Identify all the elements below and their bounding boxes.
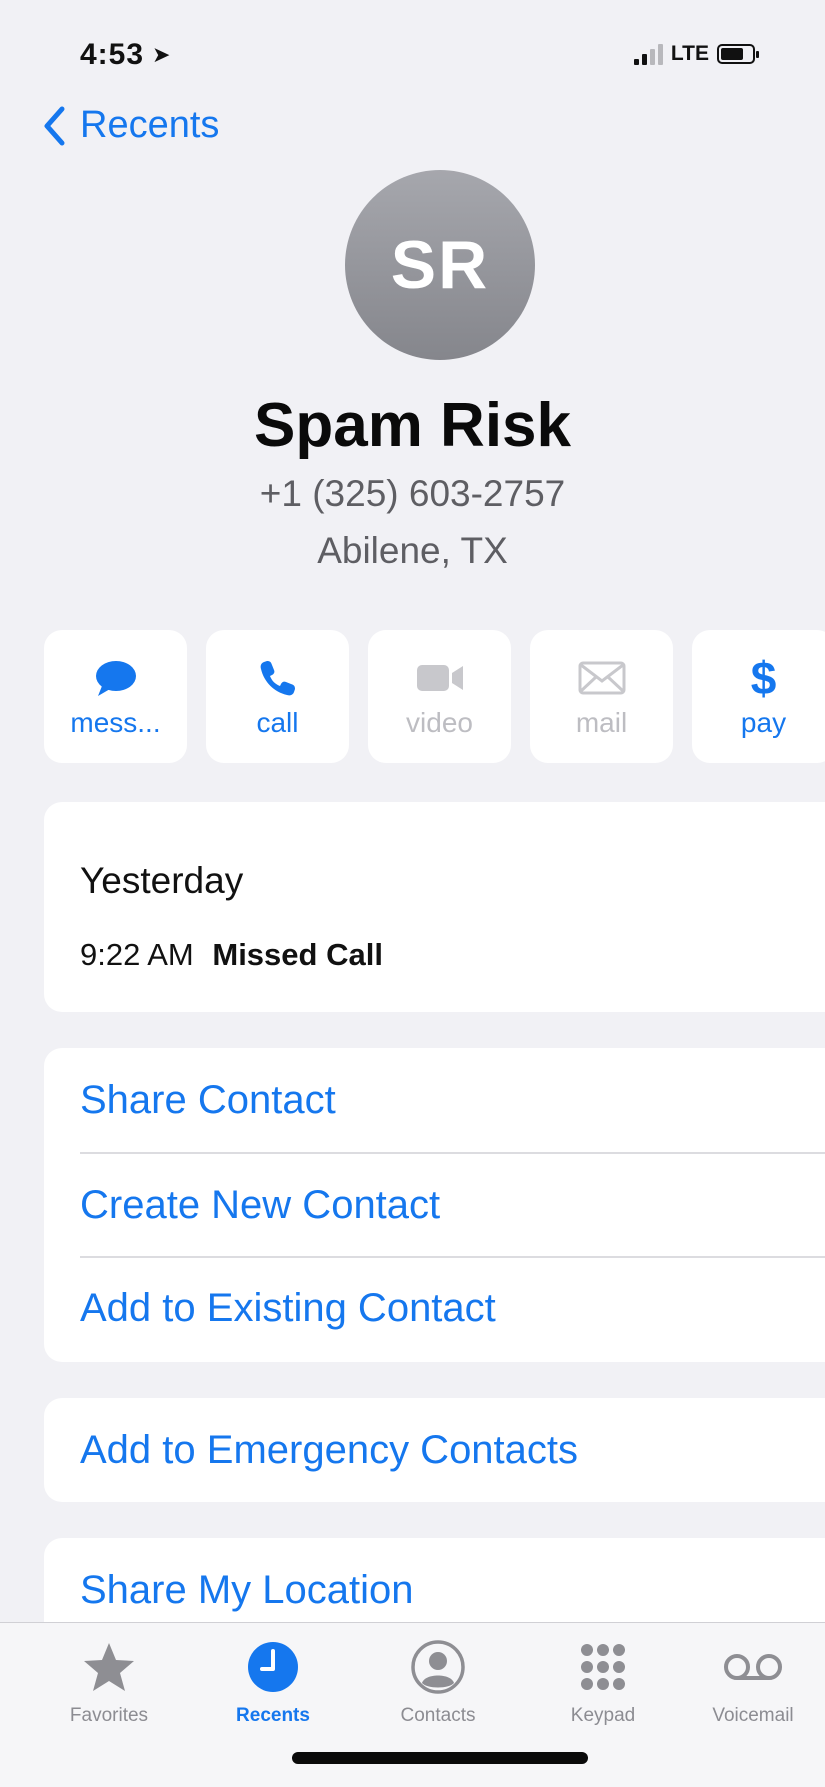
status-time: 4:53	[80, 38, 145, 71]
contact-phone: +1 (325) 603-2757	[259, 473, 566, 514]
message-label: mess...	[70, 706, 161, 738]
status-time-group: 4:53 ➤	[80, 38, 171, 72]
share-my-location-button[interactable]: Share My Location	[80, 1568, 414, 1613]
star-icon	[82, 1637, 136, 1697]
tab-favorites-label: Favorites	[69, 1705, 149, 1726]
tab-recents-label: Recents	[236, 1705, 310, 1726]
avatar-initials: SR	[390, 227, 490, 303]
video-label: video	[406, 706, 473, 738]
back-button[interactable]: Recents	[42, 104, 219, 147]
signal-bars-icon	[633, 43, 663, 65]
recent-call-time: 9:22 AM	[80, 937, 194, 972]
tab-keypad-label: Keypad	[570, 1705, 636, 1726]
call-button[interactable]: call	[206, 630, 349, 763]
share-contact-button[interactable]: Share Contact	[80, 1078, 336, 1123]
tab-voicemail[interactable]: Voicemail	[688, 1637, 818, 1727]
mail-button[interactable]: mail	[530, 630, 673, 763]
mail-label: mail	[575, 706, 628, 738]
add-to-existing-contact-button[interactable]: Add to Existing Contact	[80, 1286, 496, 1331]
action-buttons: mess... call video mail $ pay	[44, 630, 825, 763]
pay-button[interactable]: $ pay	[692, 630, 825, 763]
status-indicators: LTE	[633, 42, 759, 66]
tab-voicemail-label: Voicemail	[712, 1705, 794, 1726]
emergency-card: Add to Emergency Contacts	[44, 1398, 825, 1502]
mail-icon	[578, 655, 626, 701]
recent-calls-card: Yesterday 9:22 AM Missed Call	[44, 802, 825, 1012]
recent-call-day: Yesterday	[80, 860, 244, 901]
create-new-contact-button[interactable]: Create New Contact	[80, 1183, 440, 1228]
tab-contacts[interactable]: Contacts	[373, 1637, 503, 1727]
add-to-emergency-contacts-button[interactable]: Add to Emergency Contacts	[80, 1428, 578, 1473]
video-button[interactable]: video	[368, 630, 511, 763]
network-type: LTE	[670, 42, 709, 65]
voicemail-icon	[723, 1637, 783, 1697]
person-circle-icon	[410, 1637, 466, 1697]
status-bar: 4:53 ➤ LTE	[0, 38, 825, 74]
message-button[interactable]: mess...	[44, 630, 187, 763]
tab-keypad[interactable]: Keypad	[538, 1637, 668, 1727]
phone-icon	[258, 655, 298, 701]
recent-call-row: 9:22 AM Missed Call	[80, 937, 383, 973]
call-label: call	[256, 706, 299, 738]
location-arrow-icon: ➤	[152, 42, 172, 67]
back-label: Recents	[80, 104, 220, 146]
tab-recents[interactable]: Recents	[208, 1637, 338, 1727]
tab-contacts-label: Contacts	[400, 1705, 476, 1726]
keypad-icon	[578, 1637, 628, 1697]
phone-screen: 4:53 ➤ LTE Recents SR Spam Risk +1 (325) …	[0, 0, 825, 1787]
contact-name: Spam Risk	[253, 391, 572, 460]
avatar: SR	[345, 170, 535, 360]
contact-location: Abilene, TX	[317, 530, 508, 571]
tab-favorites[interactable]: Favorites	[44, 1637, 174, 1727]
video-icon	[415, 655, 465, 701]
contact-options-card: Share Contact Create New Contact Add to …	[44, 1048, 825, 1362]
message-icon	[94, 655, 138, 701]
chevron-left-icon	[44, 106, 65, 145]
home-indicator[interactable]	[292, 1752, 588, 1764]
recent-call-status: Missed Call	[212, 937, 383, 972]
divider	[80, 1152, 825, 1154]
dollar-icon: $	[750, 651, 777, 704]
clock-icon	[246, 1637, 300, 1697]
divider	[80, 1256, 825, 1258]
battery-icon	[717, 44, 759, 64]
pay-label: pay	[740, 706, 787, 738]
